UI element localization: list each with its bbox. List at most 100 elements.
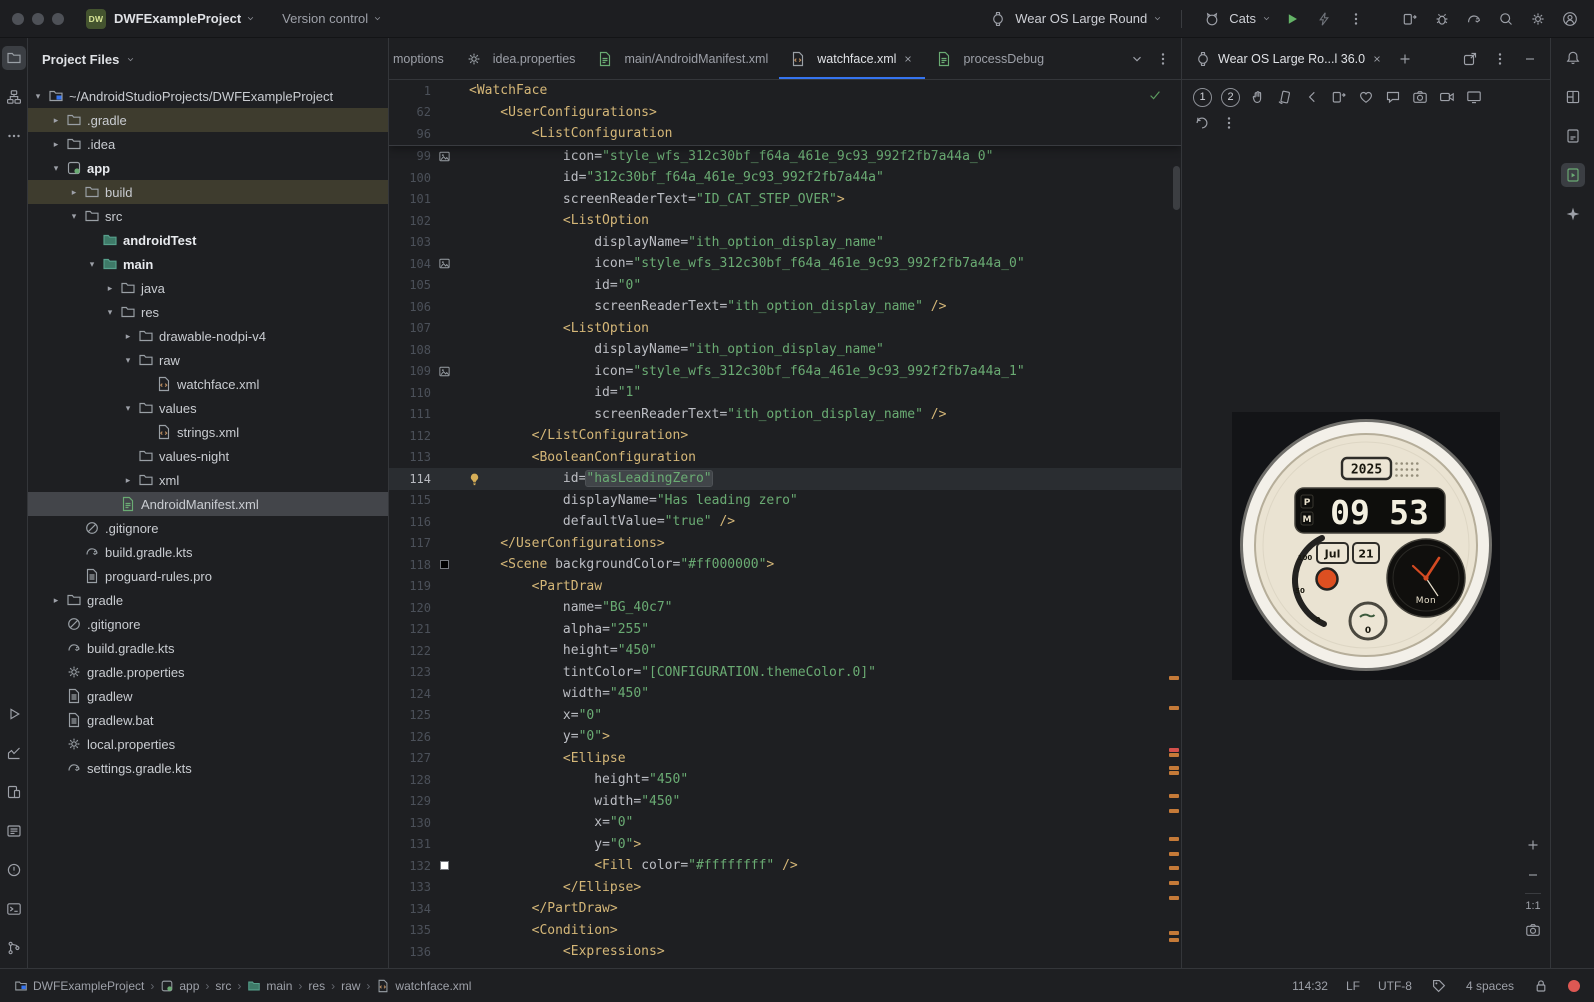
- device-options-icon[interactable]: [1488, 47, 1512, 71]
- code-line-1[interactable]: 1 <WatchFace: [389, 80, 1181, 102]
- drawable-preview-icon[interactable]: [438, 150, 451, 163]
- color-swatch-black[interactable]: [439, 560, 449, 570]
- line-number[interactable]: 129: [389, 794, 431, 808]
- code-line-132[interactable]: 132 <Fill color="#ffffffff" />: [389, 855, 1181, 877]
- tab-idea-properties[interactable]: idea.properties: [455, 38, 587, 79]
- code-line-100[interactable]: 100 id="312c30bf_f64a_461e_9c93_992f2fb7…: [389, 167, 1181, 189]
- zoom-reset-button[interactable]: 1:1: [1525, 900, 1540, 912]
- line-number[interactable]: 118: [389, 558, 431, 572]
- code-line-111[interactable]: 111 screenReaderText="ith_option_display…: [389, 404, 1181, 426]
- structure-tool-icon[interactable]: [2, 85, 26, 109]
- palm-button-icon[interactable]: [1246, 85, 1270, 109]
- drawable-preview-icon[interactable]: [438, 365, 451, 378]
- line-number[interactable]: 102: [389, 214, 431, 228]
- chevron-closed-icon[interactable]: ▸: [120, 475, 136, 486]
- analysis-mark[interactable]: [1169, 794, 1179, 798]
- code-line-106[interactable]: 106 screenReaderText="ith_option_display…: [389, 296, 1181, 318]
- hide-panel-icon[interactable]: [1518, 47, 1542, 71]
- line-number[interactable]: 99: [389, 149, 431, 163]
- chevron-open-icon[interactable]: ▾: [102, 307, 118, 318]
- line-number[interactable]: 128: [389, 773, 431, 787]
- more-device-actions-icon[interactable]: [1217, 111, 1241, 135]
- chevron-open-icon[interactable]: ▾: [84, 259, 100, 270]
- tree-item-values-night[interactable]: values-night: [28, 444, 388, 468]
- tree-item-gradle[interactable]: ▸ gradle: [28, 588, 388, 612]
- zoom-in-icon[interactable]: [1521, 833, 1545, 857]
- code-line-116[interactable]: 116 defaultValue="true" />: [389, 511, 1181, 533]
- minimize-window-button[interactable]: [32, 12, 44, 25]
- code-line-133[interactable]: 133 </Ellipse>: [389, 877, 1181, 899]
- line-number[interactable]: 113: [389, 450, 431, 464]
- logcat-tool-icon[interactable]: [2, 819, 26, 843]
- layout-inspector-tool-icon[interactable]: [1561, 85, 1585, 109]
- tree-item-main[interactable]: ▾ main: [28, 252, 388, 276]
- tree-item-xml[interactable]: ▸ xml: [28, 468, 388, 492]
- tree-item-settings-gradle-kts[interactable]: settings.gradle.kts: [28, 756, 388, 780]
- line-number[interactable]: 103: [389, 235, 431, 249]
- tree-item-build-gradle-kts[interactable]: build.gradle.kts: [28, 636, 388, 660]
- line-number[interactable]: 119: [389, 579, 431, 593]
- analysis-mark[interactable]: [1169, 837, 1179, 841]
- line-number[interactable]: 108: [389, 343, 431, 357]
- code-line-101[interactable]: 101 screenReaderText="ID_CAT_STEP_OVER">: [389, 189, 1181, 211]
- tree-item-java[interactable]: ▸ java: [28, 276, 388, 300]
- chevron-closed-icon[interactable]: ▸: [120, 331, 136, 342]
- line-number[interactable]: 126: [389, 730, 431, 744]
- hw-button-1[interactable]: 1: [1193, 87, 1212, 107]
- code-line-126[interactable]: 126 y="0">: [389, 726, 1181, 748]
- chevron-open-icon[interactable]: ▾: [30, 91, 46, 102]
- analysis-mark[interactable]: [1169, 852, 1179, 856]
- tree-item-gitignore[interactable]: .gitignore: [28, 612, 388, 636]
- code-line-104[interactable]: 104 icon="style_wfs_312c30bf_f64a_461e_9…: [389, 253, 1181, 275]
- tree-item-build-gradle-kts[interactable]: build.gradle.kts: [28, 540, 388, 564]
- code-line-115[interactable]: 115 displayName="Has leading zero": [389, 490, 1181, 512]
- breadcrumb-raw[interactable]: raw: [341, 979, 360, 993]
- running-devices-tool-icon[interactable]: [1560, 163, 1585, 187]
- code-line-118[interactable]: 118 <Scene backgroundColor="#ff000000">: [389, 554, 1181, 576]
- code-line-125[interactable]: 125 x="0": [389, 705, 1181, 727]
- line-number[interactable]: 125: [389, 708, 431, 722]
- drawable-preview-icon[interactable]: [438, 257, 451, 270]
- analysis-mark[interactable]: [1169, 676, 1179, 680]
- analysis-mark[interactable]: [1169, 938, 1179, 942]
- inspection-ok-icon[interactable]: [1147, 87, 1163, 103]
- zoom-out-icon[interactable]: [1521, 863, 1545, 887]
- caret-position-widget[interactable]: 114:32: [1292, 979, 1328, 993]
- analysis-mark[interactable]: [1169, 748, 1179, 752]
- code-line-136[interactable]: 136 <Expressions>: [389, 941, 1181, 963]
- problems-tool-icon[interactable]: [2, 858, 26, 882]
- analysis-mark[interactable]: [1169, 809, 1179, 813]
- notifications-sim-icon[interactable]: [1381, 85, 1405, 109]
- line-number[interactable]: 134: [389, 902, 431, 916]
- analysis-status-icon[interactable]: [1568, 979, 1580, 992]
- code-line-129[interactable]: 129 width="450": [389, 791, 1181, 813]
- tree-item-local-properties[interactable]: local.properties: [28, 732, 388, 756]
- line-number[interactable]: 120: [389, 601, 431, 615]
- editor-scrollbar[interactable]: [1173, 166, 1180, 210]
- chevron-open-icon[interactable]: ▾: [48, 163, 64, 174]
- take-screenshot-icon[interactable]: [1408, 85, 1432, 109]
- code-line-131[interactable]: 131 y="0">: [389, 834, 1181, 856]
- tree-item-idea[interactable]: ▸ .idea: [28, 132, 388, 156]
- tree-item-androidmanifest-xml[interactable]: AndroidManifest.xml: [28, 492, 388, 516]
- project-panel-header[interactable]: Project Files: [28, 38, 388, 80]
- chevron-closed-icon[interactable]: ▸: [102, 283, 118, 294]
- line-number[interactable]: 101: [389, 192, 431, 206]
- device-mirroring-icon[interactable]: [1398, 7, 1422, 31]
- tree-item-build[interactable]: ▸ build: [28, 180, 388, 204]
- line-number[interactable]: 114: [389, 472, 431, 486]
- code-line-109[interactable]: 109 icon="style_wfs_312c30bf_f64a_461e_9…: [389, 361, 1181, 383]
- color-swatch-white[interactable]: [439, 861, 449, 871]
- chevron-closed-icon[interactable]: ▸: [48, 115, 64, 126]
- record-screen-icon[interactable]: [1435, 85, 1459, 109]
- line-number[interactable]: 127: [389, 751, 431, 765]
- code-line-128[interactable]: 128 height="450": [389, 769, 1181, 791]
- tree-item-gradlew-bat[interactable]: gradlew.bat: [28, 708, 388, 732]
- search-everywhere-icon[interactable]: [1494, 7, 1518, 31]
- version-control-tool-icon[interactable]: [2, 936, 26, 960]
- device-screenshot-icon[interactable]: [1521, 918, 1545, 942]
- chevron-open-icon[interactable]: ▾: [120, 403, 136, 414]
- line-number[interactable]: 106: [389, 300, 431, 314]
- code-line-134[interactable]: 134 </PartDraw>: [389, 898, 1181, 920]
- close-window-button[interactable]: [12, 12, 24, 25]
